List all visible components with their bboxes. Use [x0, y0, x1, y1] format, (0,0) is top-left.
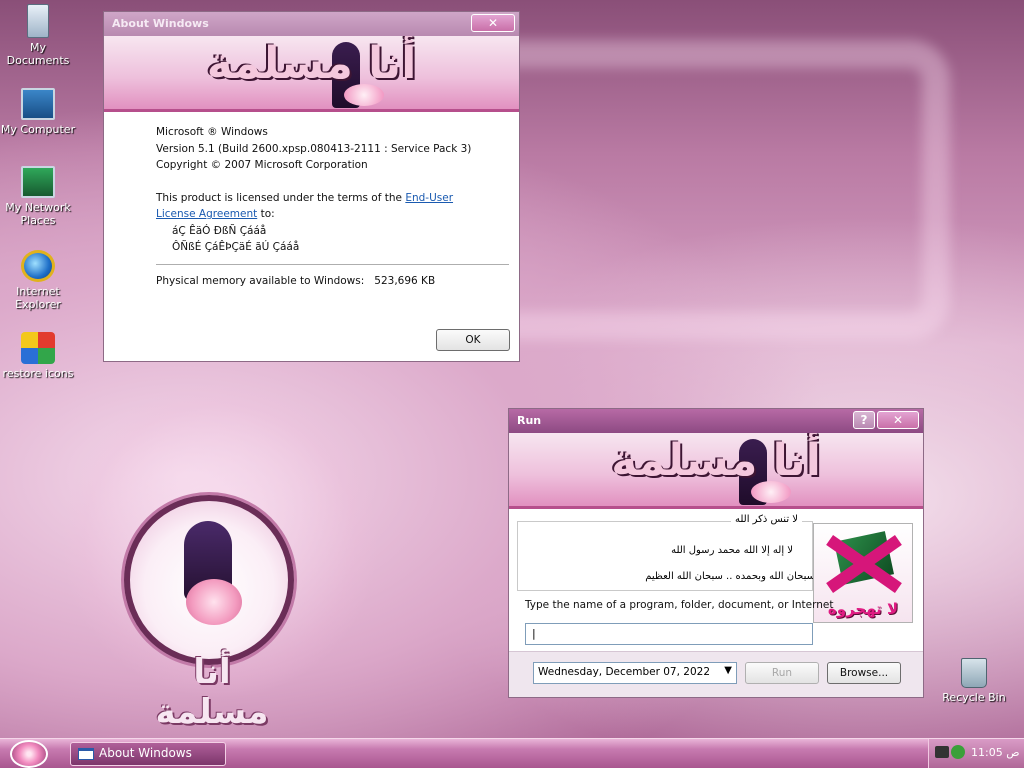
date-value: Wednesday, December 07, 2022 [538, 666, 711, 678]
recycle-bin-icon [961, 658, 987, 688]
help-icon: ? [860, 413, 868, 427]
close-button[interactable]: ✕ [471, 14, 515, 32]
wallpaper-text: أنا مسلمة [155, 652, 269, 732]
ok-button[interactable]: OK [436, 329, 510, 351]
run-footer: Wednesday, December 07, 2022 ▼ Run Brows… [509, 651, 923, 697]
memory-label: Physical memory available to Windows: [156, 274, 365, 287]
about-title: About Windows [112, 17, 209, 30]
divider [156, 263, 509, 265]
eula-link-continued[interactable]: License Agreement [156, 208, 257, 220]
date-dropdown[interactable]: Wednesday, December 07, 2022 ▼ [533, 662, 737, 684]
taskbar: About Windows 11:05 ص [0, 738, 1024, 768]
start-button[interactable] [10, 740, 48, 768]
desktop-icon-my-documents[interactable]: My Documents [0, 4, 76, 67]
desktop-icon-label: My Computer [0, 123, 76, 136]
banner-stripe [104, 109, 519, 112]
desktop-icon-label: My Documents [6, 41, 70, 67]
about-windows-dialog: About Windows ✕ أنا مسلمة Microsoft ® Wi… [103, 11, 520, 362]
rose-image [186, 579, 242, 625]
tasbih-text: سبحان الله وبحمده .. سبحان الله العظيم [645, 571, 815, 582]
licensee-org: ÔÑßÉ ÇáÊÞÇäÉ ãÚ Çááå [172, 241, 300, 253]
license-text: This product is licensed under the terms… [156, 190, 519, 223]
run-command-input[interactable]: | [525, 623, 813, 645]
about-content: Microsoft ® Windows Version 5.1 (Build 2… [104, 112, 519, 289]
desktop-icon-internet-explorer[interactable]: Internet Explorer [0, 250, 76, 311]
desktop-icon-label: Internet Explorer [15, 285, 61, 311]
window-icon [78, 748, 94, 760]
security-shield-icon[interactable] [951, 745, 965, 759]
network-places-icon [21, 166, 55, 198]
system-tray: 11:05 ص [928, 739, 1024, 768]
restore-icon [21, 332, 55, 364]
desktop-icon-restore-icons[interactable]: restore icons [0, 332, 76, 380]
close-icon: ✕ [892, 413, 904, 427]
my-documents-icon [27, 4, 49, 38]
desktop-icon-network-places[interactable]: My Network Places [0, 166, 76, 227]
desktop-icon-label: restore icons [2, 367, 74, 380]
run-banner: أنا مسلمة [509, 433, 923, 509]
help-button[interactable]: ? [853, 411, 875, 429]
about-banner: أنا مسلمة [104, 36, 519, 112]
license-prefix: This product is licensed under the terms… [156, 191, 406, 204]
desktop-icon-recycle-bin[interactable]: Recycle Bin [936, 658, 1012, 704]
about-titlebar[interactable]: About Windows ✕ [104, 12, 519, 36]
banner-text: أنا مسلمة [206, 38, 417, 89]
taskbar-item-about-windows[interactable]: About Windows [70, 742, 226, 766]
desktop-icon-label: My Network Places [5, 201, 71, 227]
desktop-icon-label: Recycle Bin [942, 691, 1006, 704]
chevron-down-icon: ▼ [724, 665, 732, 676]
run-title: Run [517, 414, 542, 427]
text-cursor: | [532, 627, 536, 640]
clock[interactable]: 11:05 ص [971, 746, 1020, 759]
license-suffix: to: [257, 208, 275, 220]
run-dialog: Run ? ✕ أنا مسلمة لا تنس ذكر الله لا إله… [508, 408, 924, 698]
version-info: Version 5.1 (Build 2600.xpsp.080413-2111… [156, 142, 472, 155]
camera-icon[interactable] [935, 746, 949, 758]
group-title: لا تنس ذكر الله [730, 514, 802, 525]
close-icon: ✕ [487, 16, 499, 30]
memory-info: Physical memory available to Windows: 52… [156, 273, 519, 290]
run-prompt: Type the name of a program, folder, docu… [525, 599, 834, 611]
close-button[interactable]: ✕ [877, 411, 919, 429]
banner-stripe [509, 506, 923, 509]
product-name: Microsoft ® Windows [156, 126, 268, 138]
run-button[interactable]: Run [745, 662, 819, 684]
memory-value: 523,696 KB [374, 274, 436, 287]
shahada-text: لا إله إلا الله محمد رسول الله [671, 545, 793, 556]
banner-text: أنا مسلمة [611, 435, 821, 486]
copyright: Copyright © 2007 Microsoft Corporation [156, 159, 368, 171]
desktop-icon-my-computer[interactable]: My Computer [0, 88, 76, 136]
taskbar-item-label: About Windows [99, 746, 192, 760]
licensee-name: áÇ ÊäÓ ÐßÑ Çááå [172, 224, 267, 237]
my-computer-icon [21, 88, 55, 120]
wallpaper-medallion [124, 495, 294, 665]
run-titlebar[interactable]: Run ? ✕ [509, 409, 923, 433]
browse-button[interactable]: Browse... [827, 662, 901, 684]
eula-link[interactable]: End-User [405, 192, 453, 204]
internet-explorer-icon [21, 250, 55, 282]
